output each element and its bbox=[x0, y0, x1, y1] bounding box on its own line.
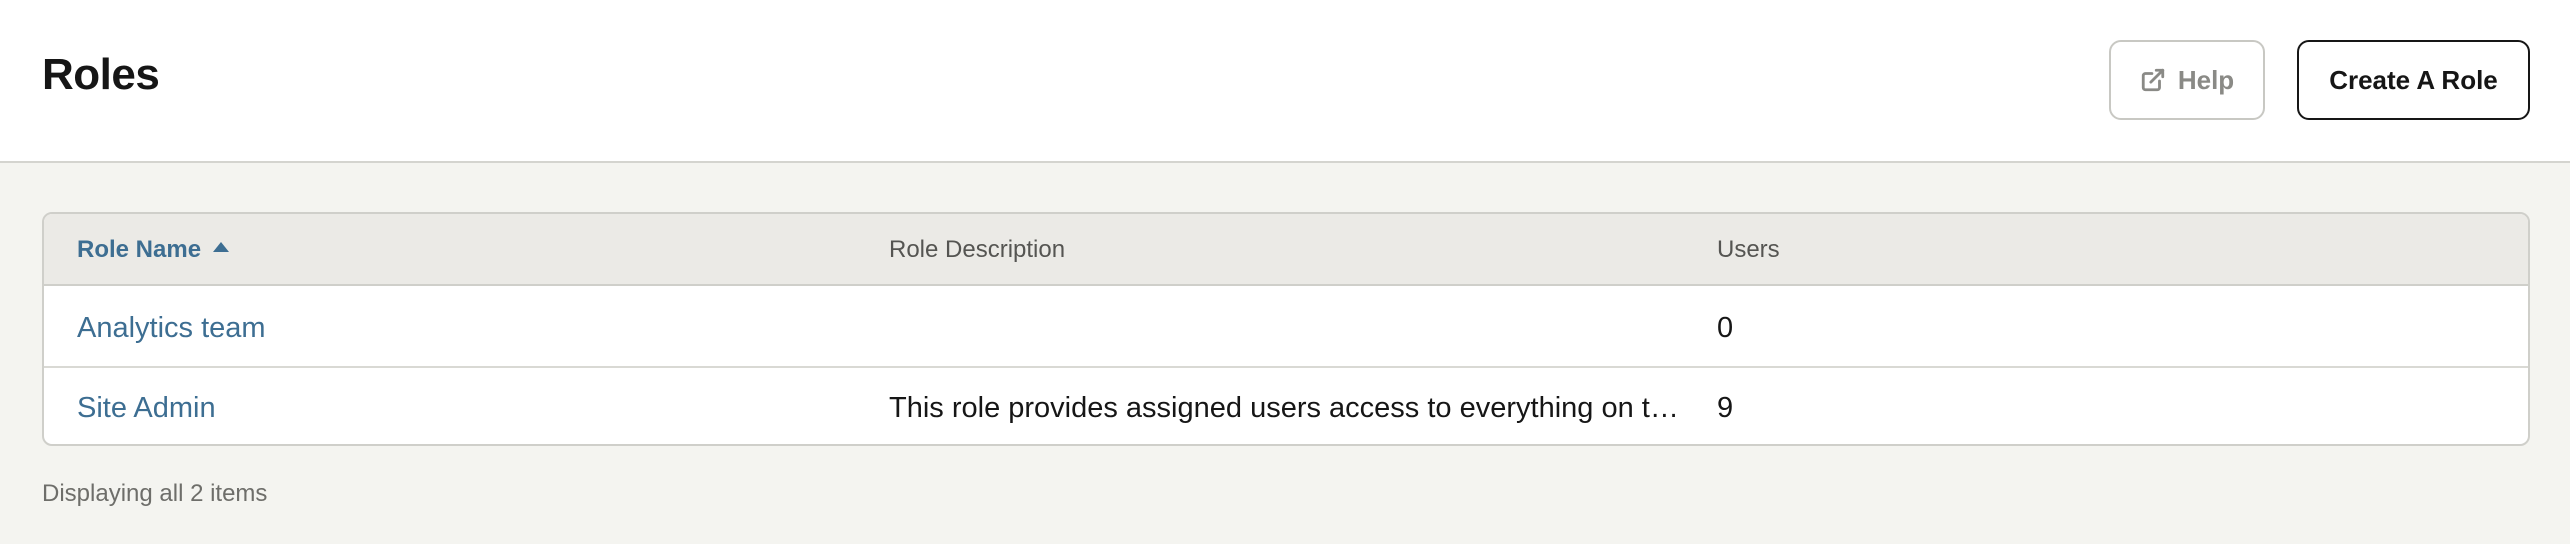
role-description bbox=[889, 288, 1679, 368]
external-link-icon bbox=[2140, 67, 2166, 93]
column-header-users: Users bbox=[1717, 236, 1780, 263]
user-count: 9 bbox=[1717, 391, 1734, 424]
help-button[interactable]: Help bbox=[2109, 40, 2265, 120]
sort-ascending-icon bbox=[213, 242, 230, 252]
column-header-label: Role Name bbox=[77, 236, 202, 263]
help-button-label: Help bbox=[2177, 64, 2235, 95]
create-role-button[interactable]: Create A Role bbox=[2297, 40, 2530, 120]
role-description: This role provides assigned users access… bbox=[889, 391, 1679, 424]
page-header: Roles Help Create A Role bbox=[0, 0, 2570, 163]
user-count: 0 bbox=[1717, 311, 1734, 344]
table-row: Analytics team 0 bbox=[44, 288, 2528, 368]
table-row: Site Admin This role provides assigned u… bbox=[44, 368, 2528, 444]
column-header-role-name[interactable]: Role Name bbox=[77, 214, 230, 286]
column-header-role-description: Role Description bbox=[889, 236, 1066, 263]
role-name-link[interactable]: Site Admin bbox=[77, 368, 216, 444]
items-count-summary: Displaying all 2 items bbox=[42, 480, 268, 507]
roles-table: Role Name Role Description Users Analyti… bbox=[42, 212, 2530, 446]
table-header: Role Name Role Description Users bbox=[44, 214, 2528, 286]
page-title: Roles bbox=[42, 50, 160, 99]
role-name-link[interactable]: Analytics team bbox=[77, 288, 266, 368]
